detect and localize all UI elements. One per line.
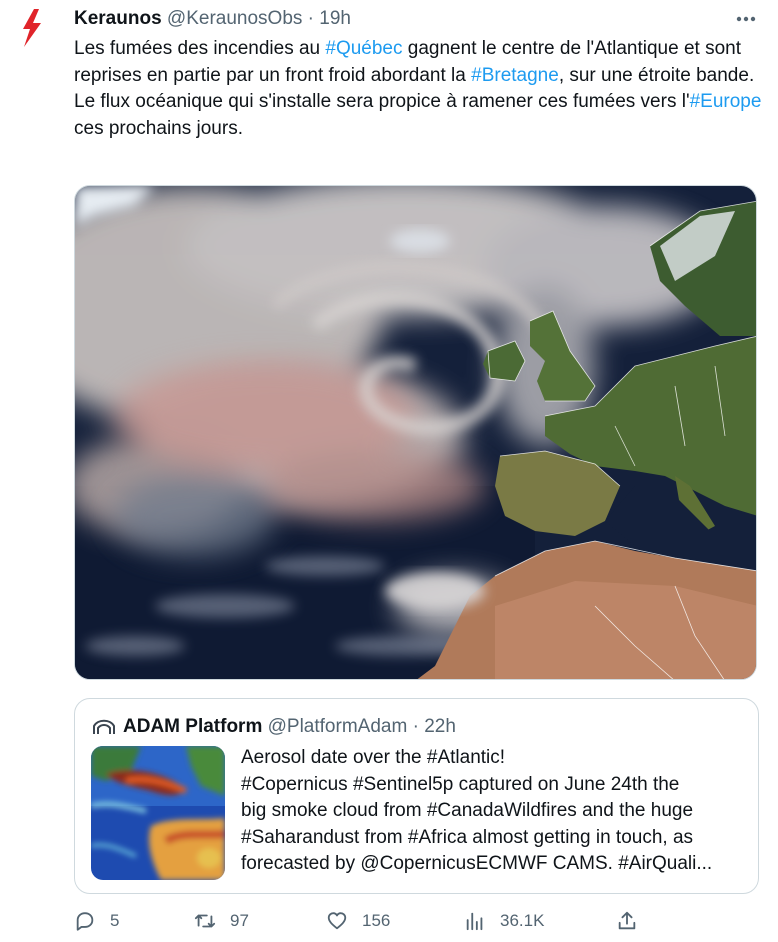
reply-button[interactable]: 5 xyxy=(74,906,119,936)
hashtag-bretagne[interactable]: #Bretagne xyxy=(471,65,559,86)
lightning-bolt-icon xyxy=(23,9,41,47)
quoted-separator: · xyxy=(412,716,419,737)
reply-count: 5 xyxy=(110,911,120,930)
more-dots-icon xyxy=(736,16,756,22)
tweet[interactable]: Keraunos @KeraunosObs · 19h Les fumées d… xyxy=(0,0,778,942)
text-run: Les fumées des incendies au xyxy=(74,38,326,59)
quoted-text-line: #Copernicus #Sentinel5p captured on June… xyxy=(241,773,680,795)
author-avatar[interactable] xyxy=(14,8,48,48)
tweet-time[interactable]: 19h xyxy=(319,8,351,29)
like-count: 156 xyxy=(362,911,391,930)
satellite-map-graphic xyxy=(75,186,756,679)
tweet-paragraph: Le flux océanique qui s'installe sera pr… xyxy=(74,89,764,142)
quoted-text-line: big smoke cloud from #CanadaWildfires an… xyxy=(241,800,694,821)
text-run: , sur une étroite bande. xyxy=(558,64,755,86)
quoted-text-line: Aerosol date over the #Atlantic! xyxy=(241,747,506,768)
platform-logo-icon xyxy=(93,719,115,734)
tweet-paragraph: Les fumées des incendies au #Québec gagn… xyxy=(74,36,764,89)
like-button[interactable]: 156 xyxy=(326,906,390,936)
views-count: 36.1K xyxy=(500,911,545,930)
share-icon xyxy=(618,911,636,930)
quoted-author-name[interactable]: ADAM Platform xyxy=(123,716,262,737)
reply-icon xyxy=(76,912,94,931)
retweet-button[interactable]: 97 xyxy=(194,906,249,936)
tweet-header: Keraunos @KeraunosObs · 19h xyxy=(74,6,351,32)
quoted-text-line: #Saharandust from #Africa almost getting… xyxy=(241,826,694,848)
quoted-time[interactable]: 22h xyxy=(424,716,456,737)
hashtag-europe[interactable]: #Europe xyxy=(690,91,762,112)
more-button[interactable] xyxy=(728,4,764,32)
views-button[interactable]: 36.1K xyxy=(464,906,544,936)
quoted-text-line: forecasted by @CopernicusECMWF CAMS. #Ai… xyxy=(241,853,713,874)
author-handle[interactable]: @KeraunosObs xyxy=(167,8,302,29)
tweet-text: Les fumées des incendies au #Québec gagn… xyxy=(74,36,764,142)
quoted-thumbnail[interactable] xyxy=(91,746,225,880)
quoted-author-handle[interactable]: @PlatformAdam xyxy=(268,716,408,737)
share-button[interactable] xyxy=(616,906,638,936)
analytics-icon xyxy=(466,912,483,931)
quoted-avatar[interactable] xyxy=(93,717,115,735)
header-separator: · xyxy=(307,8,314,29)
retweet-icon xyxy=(194,914,216,928)
author-name[interactable]: Keraunos xyxy=(74,8,162,29)
quoted-header: ADAM Platform @PlatformAdam · 22h xyxy=(123,714,456,740)
retweet-count: 97 xyxy=(230,911,249,930)
action-bar: 5 97 156 36.1K xyxy=(0,906,778,942)
heart-icon xyxy=(327,912,347,930)
text-run: ces prochains jours. xyxy=(74,117,243,139)
text-run: Le flux océanique qui s'installe sera pr… xyxy=(74,91,690,112)
aerosol-map-graphic xyxy=(91,746,225,880)
quoted-tweet[interactable]: ADAM Platform @PlatformAdam · 22h Aeroso… xyxy=(74,698,759,894)
hashtag-quebec[interactable]: #Québec xyxy=(325,38,402,59)
satellite-image[interactable] xyxy=(74,185,757,680)
quoted-text: Aerosol date over the #Atlantic! #Copern… xyxy=(241,745,751,878)
